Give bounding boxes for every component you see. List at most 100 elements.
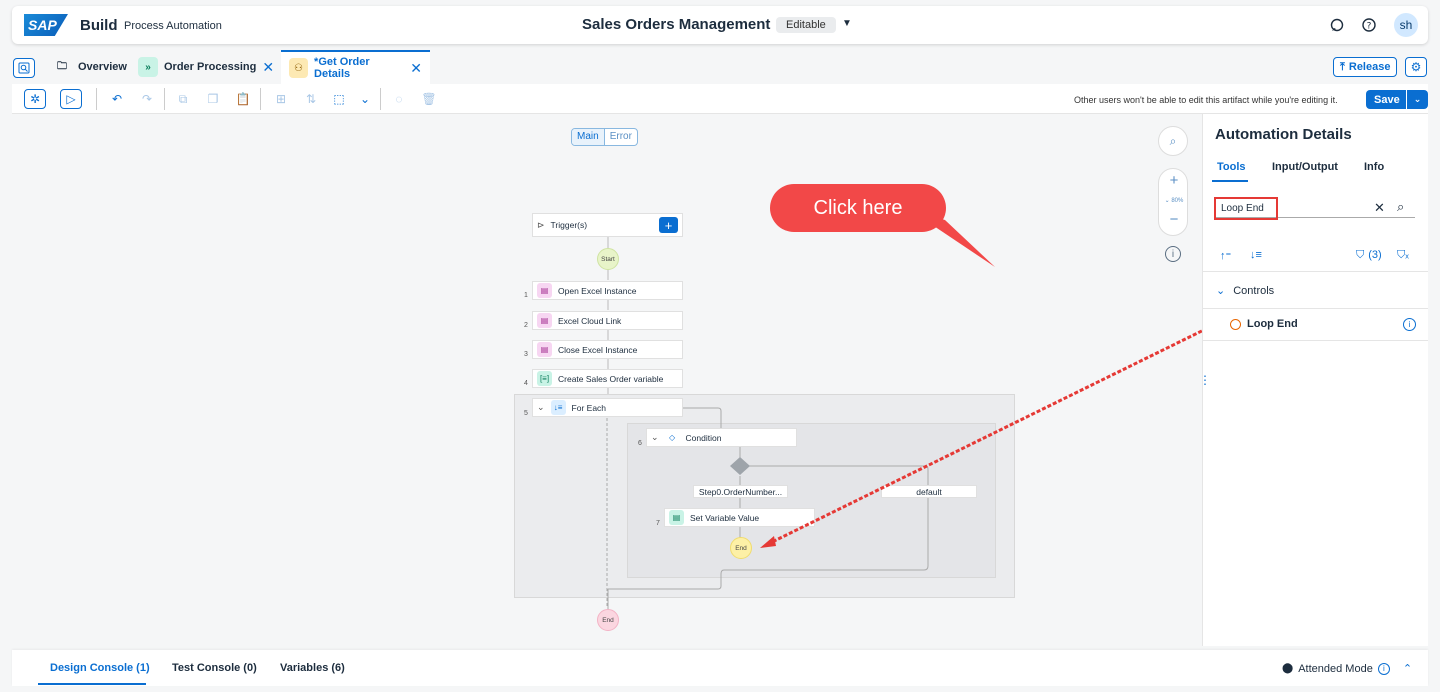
- sort-icon: ⇅: [305, 92, 317, 106]
- folder-icon: 🗀: [57, 60, 67, 72]
- bug-icon: ✲: [29, 92, 41, 106]
- search-artifacts-button[interactable]: [13, 58, 35, 78]
- active-console-indicator: [38, 683, 146, 685]
- panel-resize-handle[interactable]: ⋮: [1199, 373, 1211, 387]
- avatar[interactable]: sh: [1394, 13, 1418, 37]
- step-number: 7: [656, 520, 660, 527]
- automation-details-panel: [1202, 114, 1428, 646]
- shell-bar: SAP Build Process Automation Sales Order…: [12, 6, 1428, 44]
- play-icon: ▷: [66, 92, 76, 106]
- save-button[interactable]: Save ⌄: [1366, 90, 1428, 109]
- tab-design-console[interactable]: Design Console (1): [50, 662, 150, 674]
- redo-button[interactable]: ↷: [136, 89, 158, 109]
- clipboard-icon: ▤: [669, 510, 684, 525]
- gear-icon: ⚙: [1410, 60, 1422, 74]
- paste-button[interactable]: 📋: [232, 89, 254, 109]
- canvas-search-button[interactable]: ⌕: [1158, 126, 1188, 156]
- filter-button[interactable]: ⛉ (3): [1356, 249, 1382, 262]
- tab-get-order-details[interactable]: ⚇ *Get Order Details ✕: [281, 50, 430, 84]
- segment-error[interactable]: Error: [605, 129, 637, 145]
- undo-icon: ↶: [111, 92, 123, 106]
- divider: [1203, 340, 1428, 341]
- chevron-down-icon: ⌄: [359, 92, 371, 106]
- tab-tools[interactable]: Tools: [1217, 161, 1246, 173]
- end-node[interactable]: End: [597, 609, 619, 631]
- tab-input-output[interactable]: Input/Output: [1272, 161, 1338, 173]
- toolbar-divider: [380, 88, 381, 110]
- toolbar-divider: [260, 88, 261, 110]
- feedback-icon[interactable]: [1328, 16, 1346, 34]
- process-icon: »: [138, 57, 158, 77]
- chevron-down-icon[interactable]: ⌄: [1406, 90, 1428, 109]
- close-icon[interactable]: ✕: [410, 60, 422, 77]
- paste-icon: 📋: [235, 92, 251, 106]
- chevron-up-icon[interactable]: ⌃: [1403, 662, 1412, 675]
- product-name: Build: [80, 17, 118, 34]
- divider: [1203, 271, 1428, 272]
- filter-icon: ⛉: [1356, 249, 1365, 261]
- group-controls[interactable]: ⌄ Controls: [1216, 284, 1275, 298]
- active-tab-indicator: [1212, 180, 1248, 182]
- chevron-down-icon[interactable]: ⌄: [537, 402, 545, 413]
- search-icon[interactable]: ⌕: [1397, 199, 1404, 215]
- clear-icon[interactable]: ✕: [1374, 200, 1385, 216]
- attended-label: Attended Mode: [1298, 662, 1373, 675]
- release-button[interactable]: ⤒ Release: [1333, 57, 1398, 77]
- condition-icon: ◇: [668, 433, 676, 442]
- tab-label: *Get Order Details: [314, 56, 370, 80]
- hide-button[interactable]: ◌: [388, 89, 410, 109]
- toolbar-divider: [96, 88, 97, 110]
- help-icon[interactable]: ?: [1360, 16, 1378, 34]
- tab-variables[interactable]: Variables (6): [280, 662, 345, 674]
- debug-button[interactable]: ✲: [24, 89, 46, 109]
- automation-icon: ⚇: [289, 58, 309, 78]
- project-title: Sales Orders Management: [582, 16, 771, 33]
- sap-logo[interactable]: SAP: [24, 14, 68, 36]
- tab-test-console[interactable]: Test Console (0): [172, 662, 257, 674]
- step-label: Condition: [685, 432, 722, 443]
- selection-icon: ⬚: [333, 92, 345, 106]
- flow-switch[interactable]: Main Error: [571, 128, 638, 146]
- clear-filter-icon[interactable]: ⛉ₓ: [1397, 249, 1409, 262]
- sort-descending-icon[interactable]: ↓≡: [1250, 249, 1262, 261]
- attended-icon: ⬤: [1282, 663, 1294, 674]
- tab-overview[interactable]: 🗀 Overview: [44, 50, 135, 84]
- copy-button[interactable]: ⧉: [172, 89, 194, 109]
- add-folder-button[interactable]: ⊞: [270, 89, 292, 109]
- run-button[interactable]: ▷: [60, 89, 82, 109]
- tab-order-processing[interactable]: » Order Processing ✕: [130, 50, 282, 84]
- annotation-overlay: [760, 210, 1219, 548]
- settings-button[interactable]: ⚙: [1405, 57, 1427, 77]
- add-folder-icon: ⊞: [275, 92, 287, 106]
- select-button[interactable]: ⬚: [328, 89, 350, 109]
- step-label: For Each: [571, 402, 607, 413]
- hide-icon: ◌: [395, 92, 403, 106]
- segment-main[interactable]: Main: [572, 129, 605, 145]
- attended-mode[interactable]: ⬤ Attended Mode i ⌃: [1282, 662, 1412, 675]
- chevron-down-icon: ⌄: [1216, 285, 1226, 297]
- svg-text:?: ?: [1367, 22, 1372, 32]
- select-dropdown[interactable]: ⌄: [354, 89, 376, 109]
- info-icon[interactable]: i: [1403, 318, 1416, 331]
- undo-button[interactable]: ↶: [106, 89, 128, 109]
- group-label: Controls: [1233, 284, 1275, 297]
- delete-button[interactable]: 🗑: [418, 89, 440, 109]
- project-menu-caret-icon[interactable]: ▼: [842, 18, 852, 29]
- callout-click-here: Click here: [770, 184, 946, 232]
- collapse-all-icon[interactable]: ↑⁼: [1220, 249, 1231, 262]
- step-for-each[interactable]: ⌄ ↓≡ For Each: [532, 398, 683, 417]
- sort-button[interactable]: ⇅: [300, 89, 322, 109]
- panel-title: Automation Details: [1215, 126, 1352, 143]
- inner-end-node[interactable]: End: [730, 537, 752, 559]
- search-input[interactable]: Loop End: [1214, 197, 1278, 220]
- tab-label: Order Processing: [164, 61, 257, 73]
- chevron-down-icon[interactable]: ⌄: [651, 432, 659, 443]
- info-icon[interactable]: i: [1377, 662, 1390, 675]
- duplicate-button[interactable]: ❐: [202, 89, 224, 109]
- tab-info[interactable]: Info: [1364, 161, 1384, 173]
- tool-label: Loop End: [1247, 318, 1298, 330]
- filter-count: (3): [1368, 249, 1382, 261]
- close-icon[interactable]: ✕: [262, 59, 274, 76]
- step-label: Set Variable Value: [690, 512, 760, 523]
- tool-loop-end[interactable]: Loop End: [1230, 318, 1298, 330]
